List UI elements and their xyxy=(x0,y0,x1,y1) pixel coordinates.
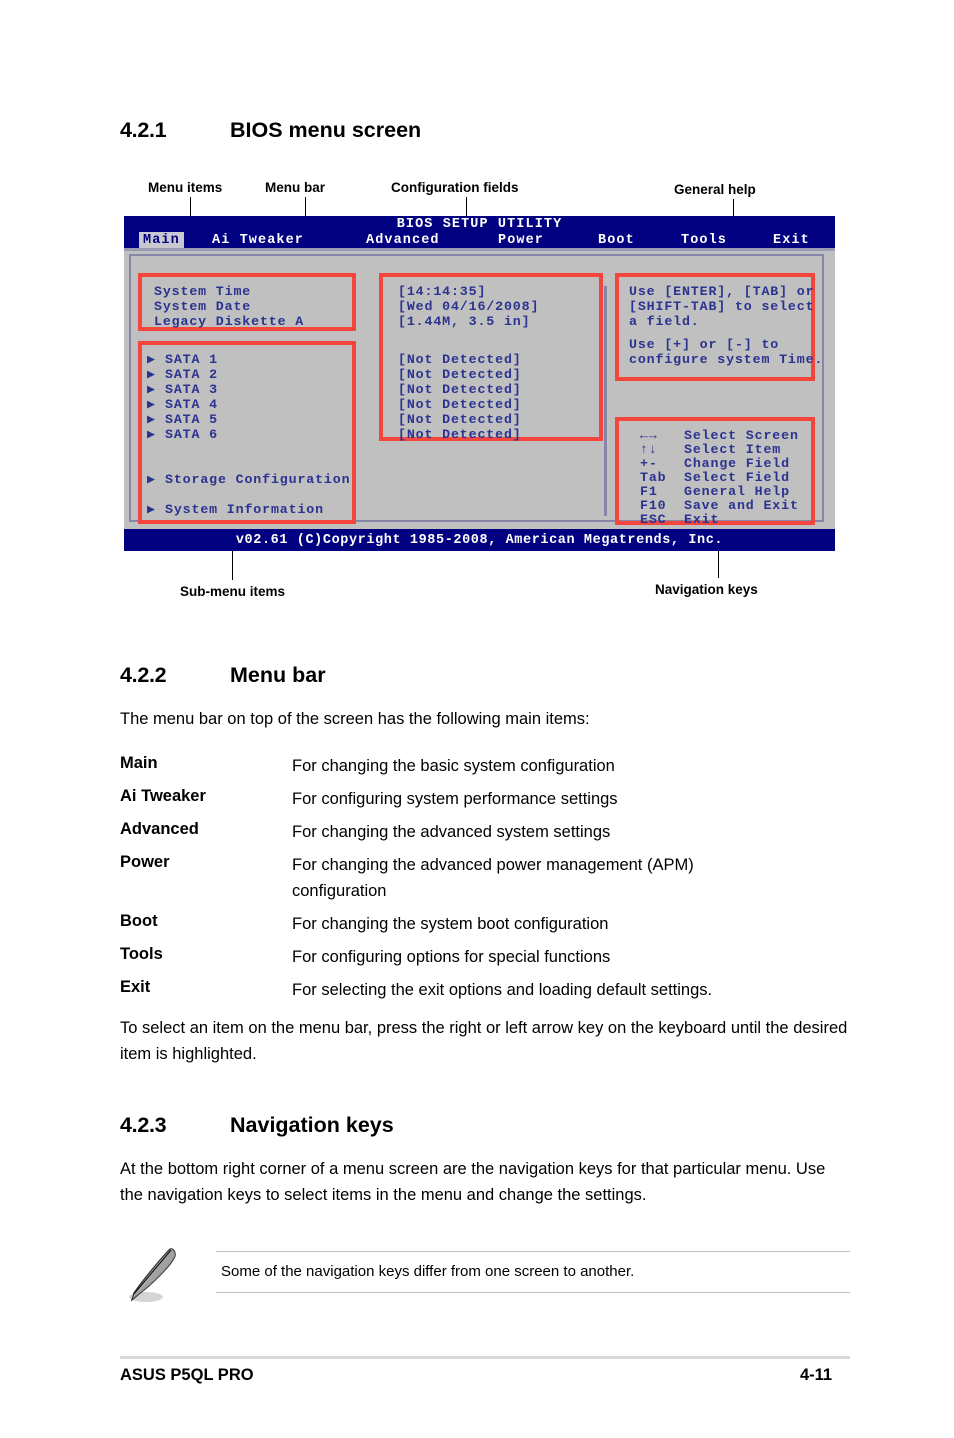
section-heading-421: 4.2.1 BIOS menu screen xyxy=(120,118,421,143)
bios-submenu-arrow-system-information: ▶ xyxy=(147,502,156,517)
term-exit: Exit xyxy=(120,978,151,996)
bios-screen: BIOS SETUP UTILITY Main Ai Tweaker Advan… xyxy=(124,216,835,551)
bios-utility-title: BIOS SETUP UTILITY xyxy=(396,217,563,232)
definition-main: For changing the basic system configurat… xyxy=(292,757,615,775)
bios-item-sata-3[interactable]: SATA 3 xyxy=(165,382,218,398)
callout-menu-items: Menu items xyxy=(148,180,223,195)
note-bottom-rule xyxy=(216,1292,850,1293)
bios-item-legacy-diskette-a[interactable]: Legacy Diskette A xyxy=(154,314,304,330)
bios-body: System Time System Date Legacy Diskette … xyxy=(124,248,835,532)
bios-value-sata-5[interactable]: [Not Detected] xyxy=(398,412,522,428)
bios-value-sata-6[interactable]: [Not Detected] xyxy=(398,427,522,443)
footer-rule xyxy=(120,1356,850,1359)
document-page: 4.2.1 BIOS menu screen Menu items Menu b… xyxy=(0,0,954,1438)
section-heading-423: 4.2.3 Navigation keys xyxy=(120,1113,394,1138)
bios-item-sata-4[interactable]: SATA 4 xyxy=(165,397,218,413)
definition-advanced: For changing the advanced system setting… xyxy=(292,823,611,841)
bios-copyright-bar: v02.61 (C)Copyright 1985-2008, American … xyxy=(124,529,835,551)
section-number-421: 4.2.1 xyxy=(120,118,167,142)
definition-exit: For selecting the exit options and loadi… xyxy=(292,981,713,999)
section-title-421: BIOS menu screen xyxy=(230,118,422,142)
bios-menu-bar: Main Ai Tweaker Advanced Power Boot Tool… xyxy=(124,232,835,249)
definition-ai-tweaker: For configuring system performance setti… xyxy=(292,790,618,808)
bios-navkey-key-exit: ESC xyxy=(640,512,667,527)
bios-value-system-date[interactable]: [Wed 04/16/2008] xyxy=(398,299,539,315)
bios-tab-power[interactable]: Power xyxy=(494,232,548,249)
bios-submenu-arrow-storage-configuration: ▶ xyxy=(147,472,156,487)
section-number-422: 4.2.2 xyxy=(120,663,167,687)
note-top-rule xyxy=(216,1251,850,1252)
bios-value-sata-3[interactable]: [Not Detected] xyxy=(398,382,522,398)
section-title-422: Menu bar xyxy=(230,663,326,687)
bios-tab-exit[interactable]: Exit xyxy=(769,232,814,249)
bios-help-text-2: Use [+] or [-] to configure system Time. xyxy=(629,337,824,367)
bios-tab-main[interactable]: Main xyxy=(139,232,184,249)
bios-item-system-information[interactable]: System Information xyxy=(165,502,324,518)
bios-submenu-arrow-sata-5: ▶ xyxy=(147,412,156,427)
definition-tools: For configuring options for special func… xyxy=(292,948,611,966)
bios-submenu-arrow-sata-6: ▶ xyxy=(147,427,156,442)
bios-submenu-arrow-sata-1: ▶ xyxy=(147,352,156,367)
bios-panel-divider xyxy=(604,286,607,516)
bios-item-sata-5[interactable]: SATA 5 xyxy=(165,412,218,428)
bios-value-sata-2[interactable]: [Not Detected] xyxy=(398,367,522,383)
term-ai-tweaker: Ai Tweaker xyxy=(120,787,206,805)
term-power: Power xyxy=(120,853,170,871)
bios-item-sata-2[interactable]: SATA 2 xyxy=(165,367,218,383)
bios-navkey-desc-exit: Exit xyxy=(684,512,720,527)
bios-tab-tools[interactable]: Tools xyxy=(677,232,731,249)
bios-item-sata-6[interactable]: SATA 6 xyxy=(165,427,218,443)
bios-submenu-arrow-sata-3: ▶ xyxy=(147,382,156,397)
callout-navigation-keys: Navigation keys xyxy=(655,582,758,597)
bios-value-system-time[interactable]: [14:14:35] xyxy=(398,284,486,300)
footer-product-name: ASUS P5QL PRO xyxy=(120,1366,254,1384)
menu-bar-intro-paragraph: The menu bar on top of the screen has th… xyxy=(120,710,590,728)
bios-tab-ai-tweaker[interactable]: Ai Tweaker xyxy=(208,232,308,249)
term-main: Main xyxy=(120,754,158,772)
term-advanced: Advanced xyxy=(120,820,199,838)
bios-value-sata-4[interactable]: [Not Detected] xyxy=(398,397,522,413)
bios-submenu-arrow-sata-4: ▶ xyxy=(147,397,156,412)
bios-item-sata-1[interactable]: SATA 1 xyxy=(165,352,218,368)
bios-item-system-date[interactable]: System Date xyxy=(154,299,251,315)
bios-submenu-arrow-sata-2: ▶ xyxy=(147,367,156,382)
bios-tab-boot[interactable]: Boot xyxy=(594,232,639,249)
term-boot: Boot xyxy=(120,912,158,930)
note-pencil-icon xyxy=(129,1248,176,1302)
navigation-keys-paragraph: At the bottom right corner of a menu scr… xyxy=(120,1160,826,1204)
definition-power: For changing the advanced power manageme… xyxy=(292,856,694,900)
callout-configuration-fields: Configuration fields xyxy=(391,180,519,195)
bios-help-text-1: Use [ENTER], [TAB] or [SHIFT-TAB] to sel… xyxy=(629,284,815,329)
bios-value-sata-1[interactable]: [Not Detected] xyxy=(398,352,522,368)
term-tools: Tools xyxy=(120,945,163,963)
callout-general-help: General help xyxy=(674,182,756,197)
bios-item-system-time[interactable]: System Time xyxy=(154,284,251,300)
note-text: Some of the navigation keys differ from … xyxy=(221,1263,635,1280)
menu-bar-outro-paragraph: To select an item on the menu bar, press… xyxy=(120,1019,848,1063)
section-heading-422: 4.2.2 Menu bar xyxy=(120,663,326,688)
section-number-423: 4.2.3 xyxy=(120,1113,167,1137)
definition-boot: For changing the system boot configurati… xyxy=(292,915,609,933)
footer-page-number: 4-11 xyxy=(800,1366,833,1384)
callout-menu-bar: Menu bar xyxy=(265,180,326,195)
bios-tab-advanced[interactable]: Advanced xyxy=(362,232,444,249)
bios-item-storage-configuration[interactable]: Storage Configuration xyxy=(165,472,350,488)
callout-sub-menu-items: Sub-menu items xyxy=(180,584,286,599)
section-title-423: Navigation keys xyxy=(230,1113,394,1137)
bios-value-legacy-diskette-a[interactable]: [1.44M, 3.5 in] xyxy=(398,314,530,330)
